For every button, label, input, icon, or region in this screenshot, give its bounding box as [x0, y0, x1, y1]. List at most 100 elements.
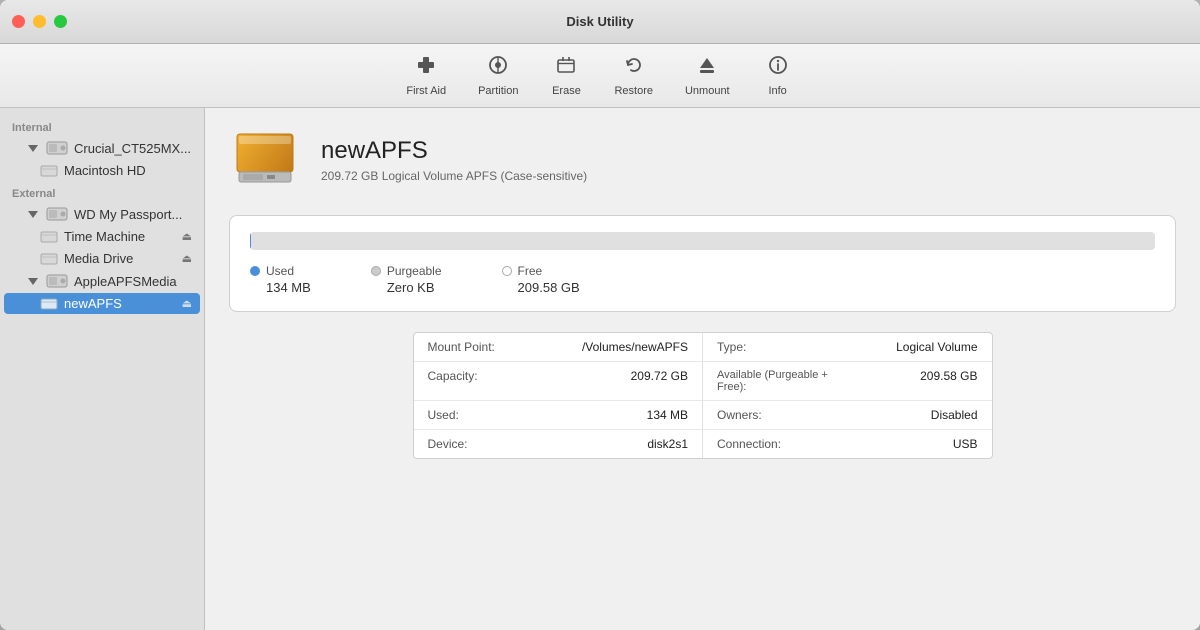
erase-label: Erase	[552, 85, 581, 97]
sidebar-label-crucial: Crucial_CT525MX...	[74, 141, 191, 156]
partition-icon	[487, 54, 509, 82]
capacity-value: 209.72 GB	[558, 362, 702, 400]
first-aid-icon	[415, 54, 437, 82]
close-button[interactable]	[12, 15, 25, 28]
first-aid-label: First Aid	[406, 85, 446, 97]
info-row-2: Capacity: 209.72 GB Available (Purgeable…	[414, 362, 992, 401]
volume-icon	[40, 164, 58, 178]
mount-point-value: /Volumes/newAPFS	[558, 333, 702, 361]
sidebar-item-newapfs[interactable]: newAPFS ⏏	[4, 293, 200, 314]
erase-icon	[555, 54, 577, 82]
unmount-icon	[696, 54, 718, 82]
info-button[interactable]: Info	[748, 50, 808, 101]
chevron-down-icon	[28, 278, 38, 285]
chevron-down-icon	[28, 211, 38, 218]
restore-label: Restore	[614, 85, 653, 97]
maximize-button[interactable]	[54, 15, 67, 28]
sidebar-section-internal: Internal	[0, 116, 204, 136]
info-row-1: Mount Point: /Volumes/newAPFS Type: Logi…	[414, 333, 992, 362]
sidebar-item-media-drive[interactable]: Media Drive ⏏	[4, 248, 200, 269]
info-row-4: Device: disk2s1 Connection: USB	[414, 430, 992, 458]
used-info-value: 134 MB	[558, 401, 702, 429]
hdd-icon	[46, 140, 68, 156]
eject-icon[interactable]: ⏏	[182, 230, 192, 243]
restore-icon	[623, 54, 645, 82]
volume-icon	[40, 230, 58, 244]
sidebar: Internal Crucial_CT525MX... Macintosh HD…	[0, 108, 205, 630]
storage-purgeable: Purgeable Zero KB	[371, 264, 442, 295]
volume-icon	[40, 297, 58, 311]
sidebar-label-wd: WD My Passport...	[74, 207, 182, 222]
first-aid-button[interactable]: First Aid	[392, 50, 460, 101]
used-dot	[250, 266, 260, 276]
unmount-button[interactable]: Unmount	[671, 50, 744, 101]
free-value: 209.58 GB	[502, 280, 580, 295]
window-controls	[12, 15, 67, 28]
sidebar-label-macintosh: Macintosh HD	[64, 163, 146, 178]
sidebar-item-macintosh[interactable]: Macintosh HD	[4, 160, 200, 181]
purgeable-label: Purgeable	[387, 264, 442, 278]
eject-icon[interactable]: ⏏	[182, 297, 192, 310]
info-table: Mount Point: /Volumes/newAPFS Type: Logi…	[413, 332, 993, 459]
chevron-down-icon	[28, 145, 38, 152]
storage-free: Free 209.58 GB	[502, 264, 580, 295]
owners-value: Disabled	[847, 401, 991, 429]
minimize-button[interactable]	[33, 15, 46, 28]
storage-used: Used 134 MB	[250, 264, 311, 295]
purgeable-value: Zero KB	[371, 280, 442, 295]
sidebar-label-media-drive: Media Drive	[64, 251, 133, 266]
hdd-icon	[46, 273, 68, 289]
connection-value: USB	[847, 430, 991, 458]
storage-bar	[250, 232, 1155, 250]
sidebar-label-appleapfs: AppleAPFSMedia	[74, 274, 177, 289]
storage-labels: Used 134 MB Purgeable Zero KB	[250, 264, 1155, 295]
erase-button[interactable]: Erase	[536, 50, 596, 101]
device-label: Device:	[414, 430, 558, 458]
unmount-label: Unmount	[685, 85, 730, 97]
used-label: Used	[266, 264, 294, 278]
used-value: 134 MB	[250, 280, 311, 295]
partition-button[interactable]: Partition	[464, 50, 532, 101]
drive-icon-large	[229, 128, 301, 191]
free-dot	[502, 266, 512, 276]
titlebar: Disk Utility	[0, 0, 1200, 44]
connection-label: Connection:	[703, 430, 847, 458]
hdd-icon	[46, 206, 68, 222]
storage-bar-used	[250, 232, 251, 250]
used-info-label: Used:	[414, 401, 558, 429]
app-window: Disk Utility First Aid Partition	[0, 0, 1200, 630]
window-title: Disk Utility	[566, 14, 633, 29]
sidebar-label-time-machine: Time Machine	[64, 229, 145, 244]
content-area: newAPFS 209.72 GB Logical Volume APFS (C…	[205, 108, 1200, 630]
eject-icon[interactable]: ⏏	[182, 252, 192, 265]
volume-icon	[40, 252, 58, 266]
drive-header: newAPFS 209.72 GB Logical Volume APFS (C…	[229, 128, 1176, 191]
sidebar-label-newapfs: newAPFS	[64, 296, 122, 311]
drive-name: newAPFS	[321, 137, 587, 165]
capacity-label: Capacity:	[414, 362, 558, 400]
mount-point-label: Mount Point:	[414, 333, 558, 361]
type-value: Logical Volume	[847, 333, 991, 361]
sidebar-item-time-machine[interactable]: Time Machine ⏏	[4, 226, 200, 247]
info-row-3: Used: 134 MB Owners: Disabled	[414, 401, 992, 430]
owners-label: Owners:	[703, 401, 847, 429]
info-icon	[767, 54, 789, 82]
sidebar-item-wd-passport[interactable]: WD My Passport...	[4, 203, 200, 225]
device-value: disk2s1	[558, 430, 702, 458]
available-value: 209.58 GB	[847, 362, 991, 400]
available-label: Available (Purgeable + Free):	[703, 362, 847, 400]
sidebar-item-crucial[interactable]: Crucial_CT525MX...	[4, 137, 200, 159]
drive-info: newAPFS 209.72 GB Logical Volume APFS (C…	[321, 137, 587, 183]
sidebar-section-external: External	[0, 182, 204, 202]
main-layout: Internal Crucial_CT525MX... Macintosh HD…	[0, 108, 1200, 630]
toolbar: First Aid Partition Erase	[0, 44, 1200, 108]
storage-section: Used 134 MB Purgeable Zero KB	[229, 215, 1176, 312]
free-label: Free	[518, 264, 543, 278]
partition-label: Partition	[478, 85, 518, 97]
drive-description: 209.72 GB Logical Volume APFS (Case-sens…	[321, 169, 587, 183]
type-label: Type:	[703, 333, 847, 361]
info-table-wrapper: Mount Point: /Volumes/newAPFS Type: Logi…	[229, 332, 1176, 459]
restore-button[interactable]: Restore	[600, 50, 667, 101]
sidebar-item-appleapfsmedia[interactable]: AppleAPFSMedia	[4, 270, 200, 292]
purgeable-dot	[371, 266, 381, 276]
